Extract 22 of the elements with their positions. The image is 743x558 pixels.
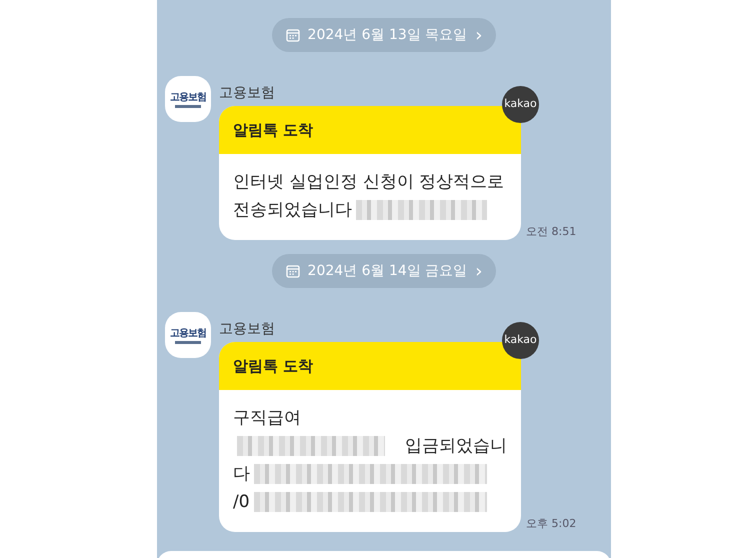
stripe-icon xyxy=(175,341,201,344)
message-time: 오전 8:51 xyxy=(526,224,576,240)
message-text: 입금되었습니 xyxy=(405,435,507,458)
kakao-badge: kakao xyxy=(502,86,539,123)
message-text: 전송되었습니다 xyxy=(233,199,352,222)
logo-text: 고용보험 xyxy=(170,327,206,341)
message-header: 알림톡 도착 xyxy=(219,342,521,390)
sender-name: 고용보험 xyxy=(219,320,275,339)
message-text: 다 xyxy=(233,463,250,486)
date-divider[interactable]: 2024년 6월 14일 금요일 › xyxy=(272,254,496,288)
message-text: 구직급여 xyxy=(233,407,301,430)
message-time: 오후 5:02 xyxy=(526,516,576,532)
date-divider[interactable]: 2024년 6월 13일 목요일 › xyxy=(272,18,496,52)
stripe-icon xyxy=(175,105,201,108)
message-header: 알림톡 도착 xyxy=(219,106,521,154)
logo-text: 고용보험 xyxy=(170,91,206,105)
kakao-badge: kakao xyxy=(502,322,539,359)
calendar-icon xyxy=(286,264,300,278)
sender-name: 고용보험 xyxy=(219,84,275,103)
message-text: /0 xyxy=(233,491,250,514)
calendar-icon xyxy=(286,28,300,42)
message-text: 인터넷 실업인정 신청이 정상적으로 xyxy=(233,171,504,194)
